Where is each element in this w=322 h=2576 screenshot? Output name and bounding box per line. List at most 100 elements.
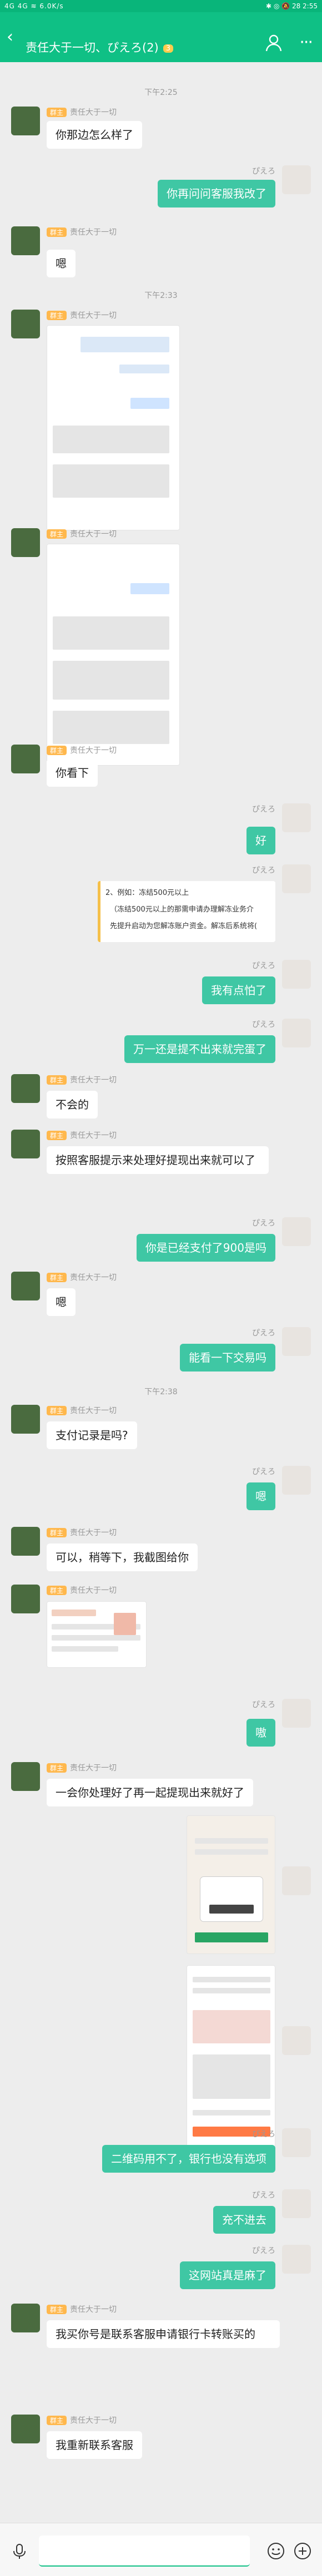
avatar[interactable] xyxy=(11,1405,40,1434)
sender-name: 责任大于一切 xyxy=(70,1273,117,1282)
avatar[interactable] xyxy=(11,1130,40,1158)
sender-name: ぴえろ xyxy=(252,1020,275,1029)
group-owner-tag: 群主 xyxy=(47,1273,67,1282)
message-bubble[interactable]: 这网站真是麻了 xyxy=(180,2261,275,2289)
sender-name: 责任大于一切 xyxy=(70,530,117,539)
sender-name: ぴえろ xyxy=(252,1467,275,1476)
sender-line: 群主 责任大于一切 xyxy=(47,2415,117,2426)
quote-line: （冻结500元以上的那需申请办理解冻业务介 xyxy=(110,905,254,914)
avatar[interactable] xyxy=(11,226,40,255)
voice-icon[interactable] xyxy=(11,2543,28,2560)
payment-record-image[interactable] xyxy=(47,1601,147,1668)
message-bubble[interactable]: 支付记录是吗? xyxy=(47,1421,137,1449)
avatar[interactable] xyxy=(282,2245,311,2274)
group-owner-tag: 群主 xyxy=(47,108,67,117)
avatar[interactable] xyxy=(11,1585,40,1613)
message-bubble[interactable]: 能看一下交易吗 xyxy=(180,1344,275,1371)
screenshot-image[interactable] xyxy=(187,1965,275,2148)
more-icon[interactable]: ··· xyxy=(299,34,313,51)
avatar[interactable] xyxy=(282,960,311,989)
person-icon[interactable] xyxy=(264,33,283,52)
message-bubble[interactable]: 嗯 xyxy=(246,1482,275,1510)
plus-icon[interactable] xyxy=(293,2542,312,2560)
sender-name: ぴえろ xyxy=(252,2246,275,2255)
sender-name: ぴえろ xyxy=(252,866,275,875)
message-bubble[interactable]: 嗷 xyxy=(246,1719,275,1747)
sender-line: 群主 责任大于一切 xyxy=(47,1585,117,1596)
avatar[interactable] xyxy=(282,1217,311,1246)
avatar[interactable] xyxy=(11,1762,40,1791)
chat-message-list[interactable]: 下午2:25 群主 责任大于一切 你那边怎么样了 ぴえろ 你再问问客服我改了 群主… xyxy=(0,62,322,2523)
sender-name: 责任大于一切 xyxy=(70,1076,117,1085)
message-bubble[interactable]: 充不进去 xyxy=(213,2206,275,2234)
group-owner-tag: 群主 xyxy=(47,1763,67,1773)
avatar[interactable] xyxy=(282,1327,311,1356)
message-bubble[interactable]: 你再问问客服我改了 xyxy=(158,180,275,208)
message-input[interactable] xyxy=(39,2535,250,2567)
sender-name: 责任大于一切 xyxy=(70,2416,117,2425)
screenshot-image[interactable] xyxy=(47,325,180,530)
sender-line: 群主 责任大于一切 xyxy=(47,310,117,321)
group-owner-tag: 群主 xyxy=(47,1075,67,1085)
sender-name: 责任大于一切 xyxy=(70,108,117,117)
emoji-icon[interactable] xyxy=(266,2542,285,2560)
avatar[interactable] xyxy=(282,1466,311,1495)
message-bubble[interactable]: 你看下 xyxy=(47,759,98,787)
message-bubble[interactable]: 我买你号是联系客服申请银行卡转账买的 xyxy=(47,2320,280,2348)
sender-name: 责任大于一切 xyxy=(70,1406,117,1415)
sender-line: 群主 责任大于一切 xyxy=(47,1527,117,1538)
group-owner-tag: 群主 xyxy=(47,311,67,320)
sender-line: 群主 责任大于一切 xyxy=(47,1074,117,1085)
avatar[interactable] xyxy=(282,1699,311,1728)
avatar[interactable] xyxy=(282,2026,311,2055)
group-owner-tag: 群主 xyxy=(47,1528,67,1537)
avatar[interactable] xyxy=(282,2189,311,2218)
avatar[interactable] xyxy=(11,1272,40,1300)
sender-line: 群主 责任大于一切 xyxy=(47,1130,117,1141)
avatar[interactable] xyxy=(11,310,40,338)
message-bubble[interactable]: 你那边怎么样了 xyxy=(47,121,142,149)
avatar[interactable] xyxy=(282,2128,311,2157)
screenshot-image[interactable] xyxy=(187,1815,275,1954)
avatar[interactable] xyxy=(11,745,40,773)
avatar[interactable] xyxy=(11,528,40,557)
back-arrow-icon[interactable]: ‹ xyxy=(7,29,13,45)
sender-name: ぴえろ xyxy=(252,2191,275,2200)
message-bubble[interactable]: 嗯 xyxy=(47,1288,76,1316)
avatar[interactable] xyxy=(282,165,311,194)
unread-badge: 3 xyxy=(163,44,174,53)
sender-name: 责任大于一切 xyxy=(70,1764,117,1773)
message-bubble[interactable]: 我有点怕了 xyxy=(202,976,275,1004)
message-bubble[interactable]: 嗯 xyxy=(47,250,76,277)
sender-name: 责任大于一切 xyxy=(70,746,117,755)
message-bubble[interactable]: 不会的 xyxy=(47,1091,98,1119)
timestamp: 下午2:33 xyxy=(144,291,178,300)
chat-title-text: 责任大于一切、ぴえろ(2) xyxy=(26,41,159,54)
screenshot-image[interactable] xyxy=(47,544,180,766)
avatar[interactable] xyxy=(282,864,311,893)
message-bubble[interactable]: 按照客服提示来处理好提现出来就可以了 xyxy=(47,1146,269,1174)
avatar[interactable] xyxy=(11,2415,40,2443)
avatar[interactable] xyxy=(11,1074,40,1103)
message-bubble[interactable]: 万一还是提不出来就完蛋了 xyxy=(124,1035,275,1063)
message-bubble[interactable]: 你是已经支付了900是吗 xyxy=(136,1234,275,1262)
status-bar: 4G 4G ≋ 6.0K/s ✱ ◎ 🔕 28 2:55 xyxy=(0,0,322,12)
sender-line: 群主 责任大于一切 xyxy=(47,1762,117,1773)
avatar[interactable] xyxy=(11,1527,40,1556)
message-bubble[interactable]: 二维码用不了，银行也没有选项 xyxy=(102,2145,275,2173)
sender-name: ぴえろ xyxy=(252,1219,275,1228)
message-bubble[interactable]: 一会你处理好了再一起提现出来就好了 xyxy=(47,1779,253,1806)
avatar[interactable] xyxy=(11,107,40,135)
quote-image[interactable]: 2、例如：冻结500元以上 （冻结500元以上的那需申请办理解冻业务介 先提升启… xyxy=(98,881,275,942)
sender-name: ぴえろ xyxy=(252,961,275,970)
sender-name: ぴえろ xyxy=(252,805,275,814)
message-bubble[interactable]: 可以，稍等下，我截图给你 xyxy=(47,1543,198,1571)
avatar[interactable] xyxy=(282,1866,311,1895)
avatar[interactable] xyxy=(282,803,311,832)
sender-name: ぴえろ xyxy=(252,167,275,176)
group-owner-tag: 群主 xyxy=(47,1586,67,1595)
message-bubble[interactable]: 好 xyxy=(246,827,275,854)
avatar[interactable] xyxy=(11,2304,40,2332)
message-bubble[interactable]: 我重新联系客服 xyxy=(47,2431,142,2459)
avatar[interactable] xyxy=(282,1019,311,1047)
